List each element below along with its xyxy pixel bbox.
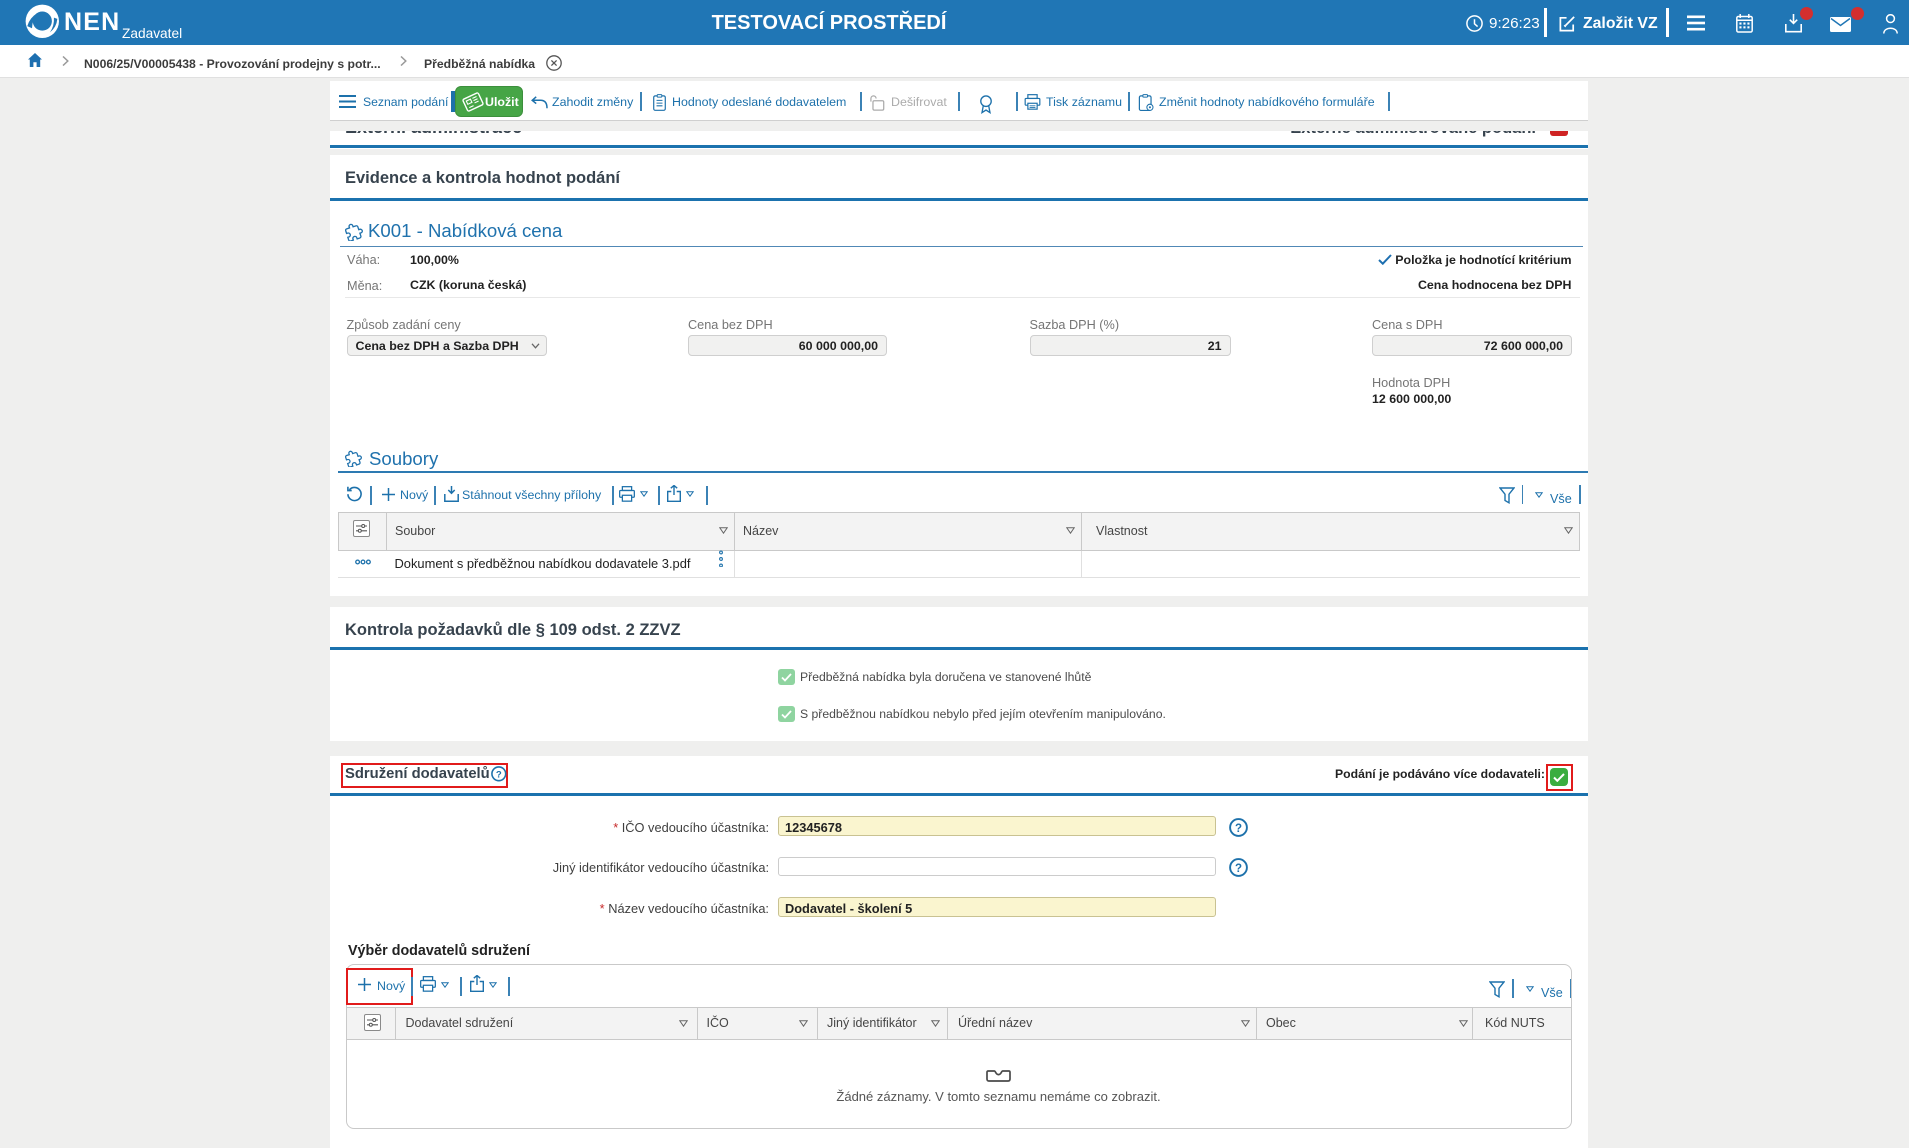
- svg-text:?: ?: [1235, 863, 1242, 875]
- svg-text:?: ?: [496, 769, 502, 780]
- svg-text:?: ?: [1235, 822, 1242, 834]
